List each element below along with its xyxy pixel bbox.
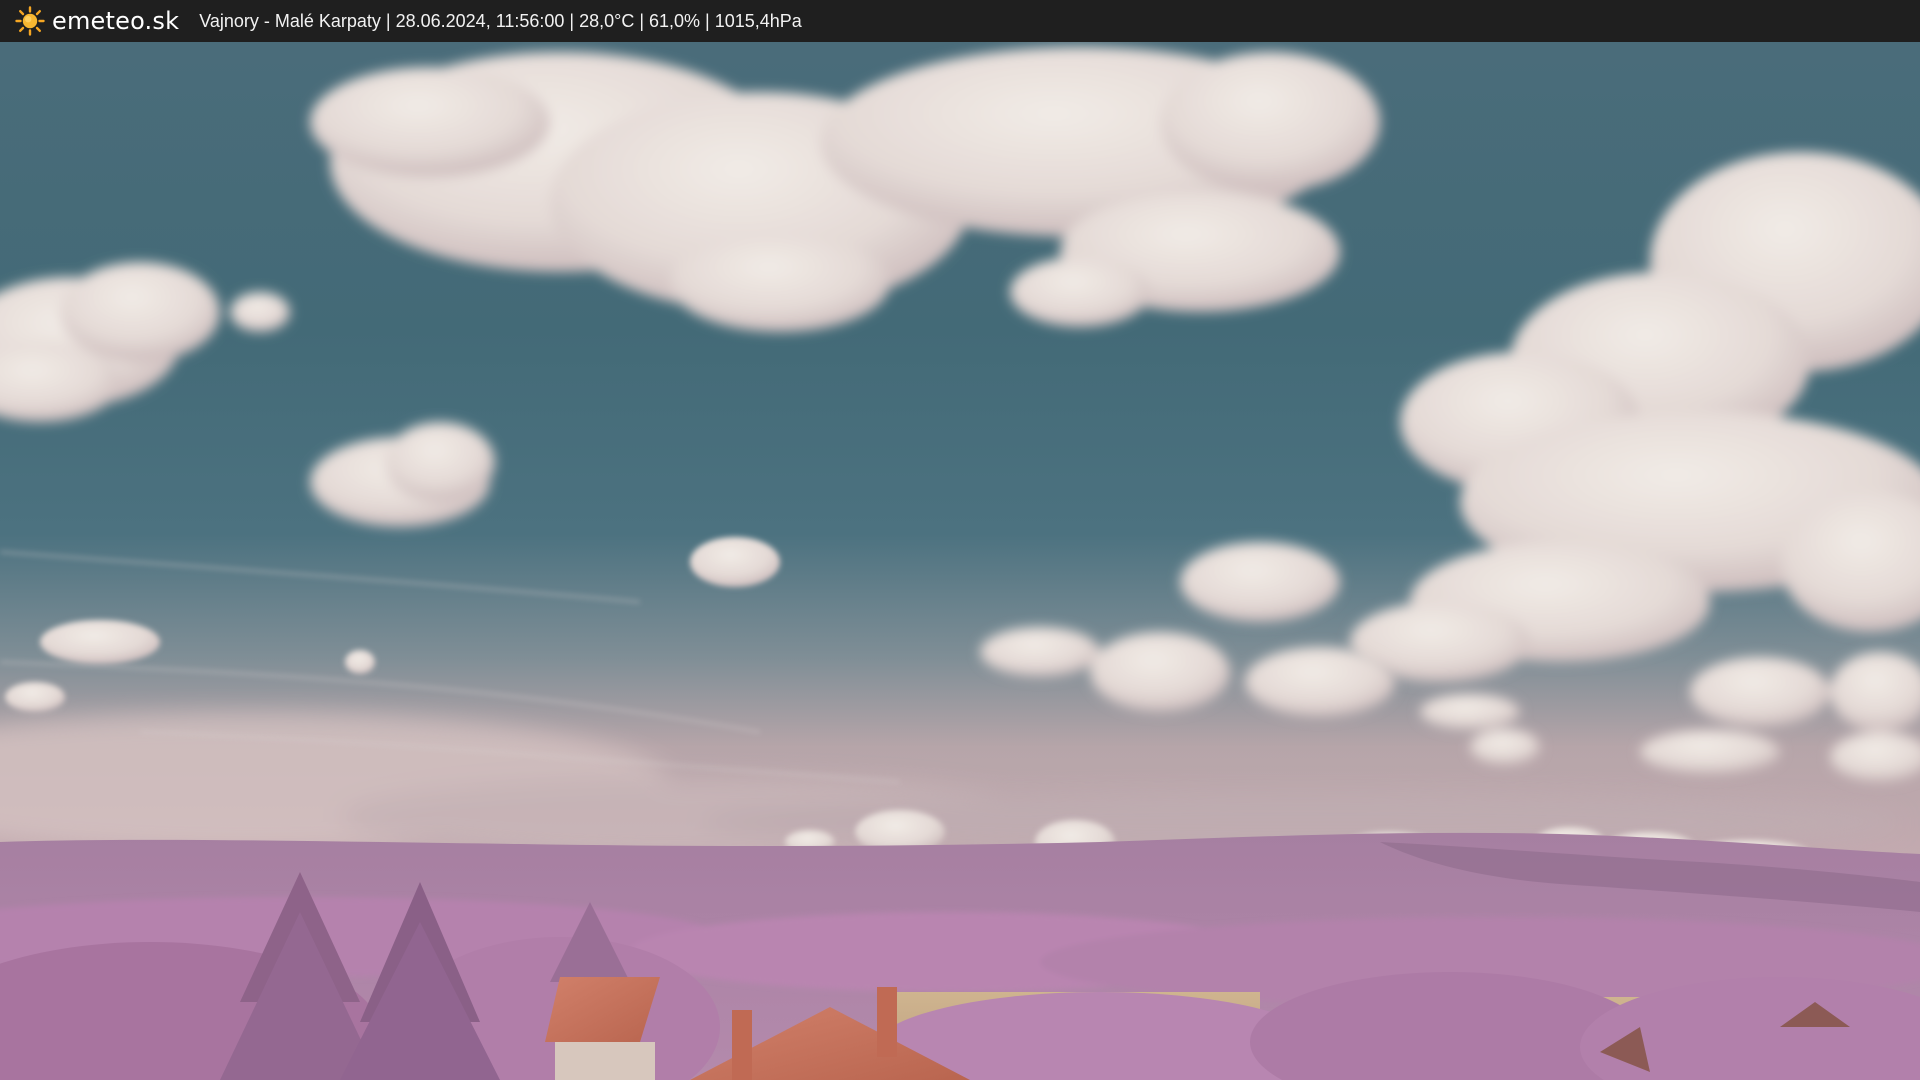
house-left (545, 977, 660, 1080)
brand-name[interactable]: emeteo.sk (52, 0, 179, 42)
webcam-image (0, 42, 1920, 1080)
webcam-caption: Vajnory - Malé Karpaty | 28.06.2024, 11:… (199, 11, 802, 31)
sun-icon (15, 6, 45, 36)
header-bar: emeteo.sk Vajnory - Malé Karpaty | 28.06… (0, 0, 1920, 42)
webcam-frame: emeteo.sk Vajnory - Malé Karpaty | 28.06… (0, 0, 1920, 1080)
brand-logo[interactable]: emeteo.sk (15, 0, 179, 42)
